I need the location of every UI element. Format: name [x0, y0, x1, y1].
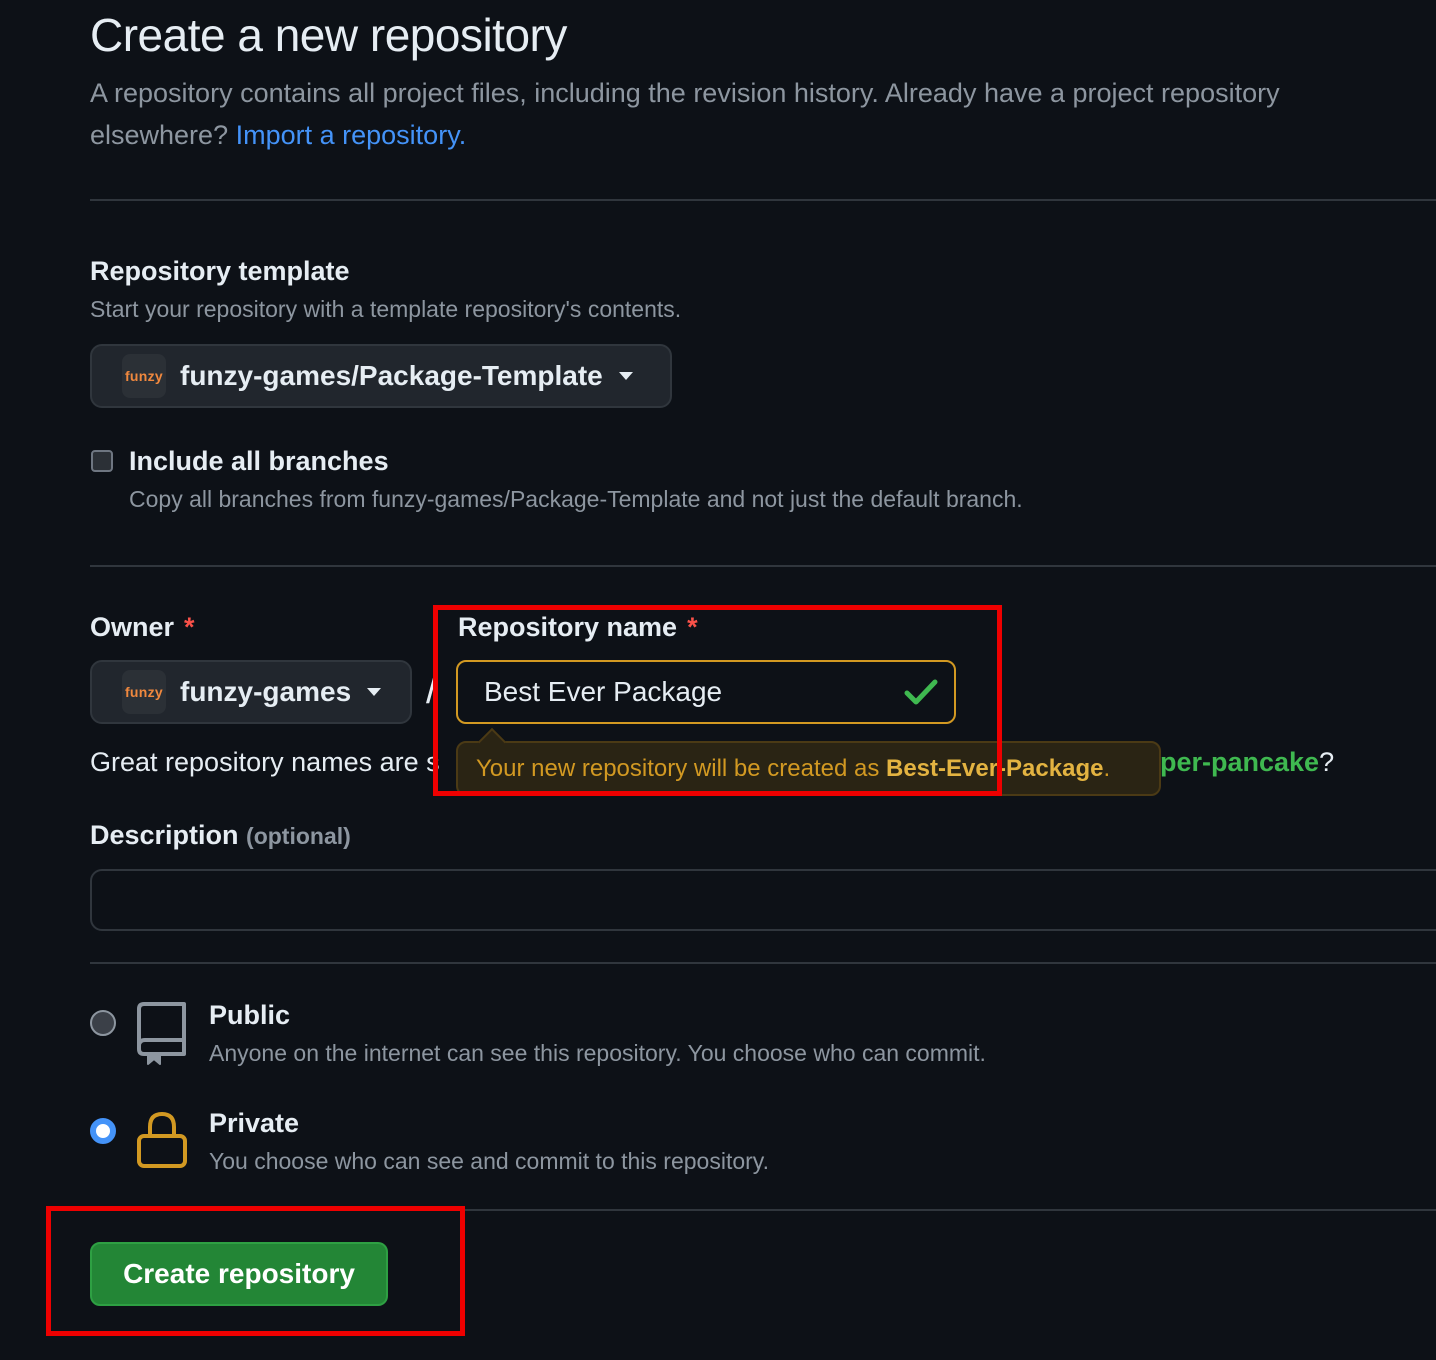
divider	[90, 199, 1436, 201]
owner-label: Owner *	[90, 612, 195, 643]
repo-name-label-text: Repository name	[458, 612, 678, 642]
public-radio[interactable]	[90, 1010, 116, 1036]
divider	[90, 1209, 1436, 1211]
owner-label-text: Owner	[90, 612, 175, 642]
required-mark: *	[687, 612, 698, 642]
template-help: Start your repository with a template re…	[90, 296, 682, 322]
include-branches-checkbox[interactable]	[91, 450, 113, 472]
page-subtitle: A repository contains all project files,…	[90, 72, 1410, 156]
tooltip-text: Your new repository will be created as B…	[476, 755, 1110, 783]
include-branches-label: Include all branches	[129, 446, 389, 476]
include-branches-help: Copy all branches from funzy-games/Packa…	[129, 486, 1023, 512]
private-help: You choose who can see and commit to thi…	[209, 1148, 769, 1174]
divider	[90, 565, 1436, 567]
chevron-down-icon	[367, 688, 382, 696]
template-label: Repository template	[90, 256, 350, 286]
suggested-name: per-pancake	[1160, 747, 1320, 777]
tooltip-repo-name: Best-Ever-Package	[886, 754, 1104, 782]
check-icon	[904, 679, 938, 705]
private-radio[interactable]	[90, 1118, 116, 1144]
import-repository-link[interactable]: Import a repository.	[236, 120, 467, 150]
owner-repo-separator: /	[426, 668, 438, 712]
description-label-text: Description	[90, 820, 239, 850]
description-optional: (optional)	[246, 823, 351, 849]
description-label: Description (optional)	[90, 820, 351, 851]
create-repository-button[interactable]: Create repository	[90, 1242, 388, 1306]
owner-select-value: funzy-games	[180, 676, 352, 707]
lock-icon	[137, 1111, 187, 1168]
description-input[interactable]	[90, 869, 1436, 931]
repo-name-hint-text: Great repository names are s	[90, 747, 440, 777]
chevron-down-icon	[618, 372, 633, 380]
tooltip-prefix: Your new repository will be created as	[476, 754, 880, 782]
repo-book-icon	[137, 1002, 186, 1065]
repo-name-tooltip: Your new repository will be created as B…	[456, 741, 1161, 796]
repo-name-suggestion: per-pancake?	[1160, 747, 1334, 778]
public-label: Public	[209, 1000, 291, 1030]
private-label: Private	[209, 1108, 300, 1138]
page-title: Create a new repository	[90, 9, 567, 61]
repo-name-label: Repository name *	[458, 612, 698, 643]
template-select[interactable]: funzy funzy-games/Package-Template	[90, 344, 672, 408]
org-avatar: funzy	[122, 354, 166, 398]
owner-avatar: funzy	[122, 670, 166, 714]
repo-name-input[interactable]	[456, 660, 956, 724]
suggestion-suffix: ?	[1319, 747, 1335, 777]
repo-name-hint: Great repository names are s	[90, 747, 440, 778]
required-mark: *	[184, 612, 195, 642]
divider	[90, 962, 1436, 964]
template-select-value: funzy-games/Package-Template	[180, 360, 603, 391]
tooltip-suffix: .	[1103, 754, 1111, 782]
owner-select[interactable]: funzy funzy-games	[90, 660, 412, 724]
public-help: Anyone on the internet can see this repo…	[209, 1040, 986, 1066]
